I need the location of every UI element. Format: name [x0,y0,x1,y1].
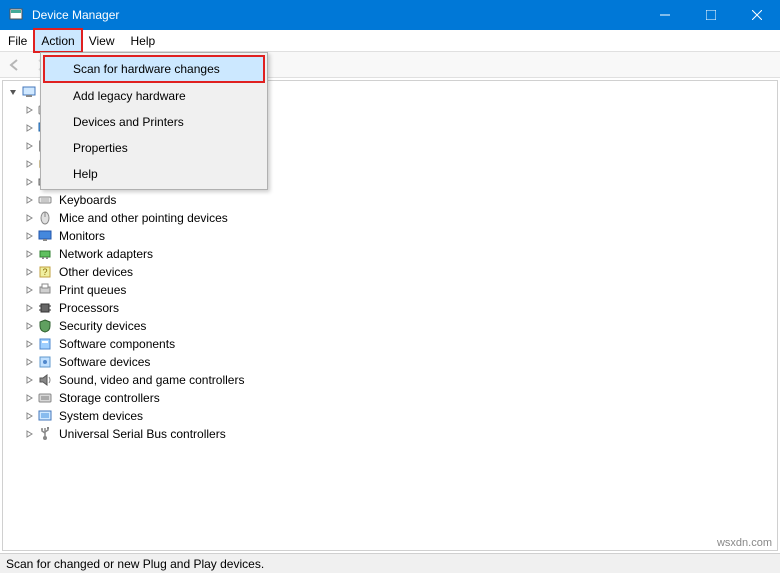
tree-node-label: Software components [57,337,177,351]
tree-node-label: Universal Serial Bus controllers [57,427,228,441]
expand-toggle-icon[interactable] [23,104,35,116]
tree-node-sound[interactable]: Sound, video and game controllers [3,371,777,389]
printer-icon [37,282,53,298]
maximize-button[interactable] [688,0,734,30]
expand-toggle-icon[interactable] [23,320,35,332]
menu-action[interactable]: Action [33,28,82,53]
tree-node-label: Print queues [57,283,128,297]
mouse-icon [37,210,53,226]
expand-toggle-icon[interactable] [23,158,35,170]
tree-node-label: Monitors [57,229,107,243]
tree-node-monitor[interactable]: Monitors [3,227,777,245]
tree-node-keyboard[interactable]: Keyboards [3,191,777,209]
expand-toggle-icon[interactable] [23,248,35,260]
tree-node-other[interactable]: ? Other devices [3,263,777,281]
titlebar: Device Manager [0,0,780,30]
expand-toggle-icon[interactable] [23,212,35,224]
security-icon [37,318,53,334]
tree-node-software[interactable]: Software components [3,335,777,353]
tree-node-label: Storage controllers [57,391,162,405]
tree-node-usb[interactable]: Universal Serial Bus controllers [3,425,777,443]
tree-node-label: System devices [57,409,145,423]
network-icon [37,246,53,262]
expand-toggle-icon[interactable] [23,374,35,386]
expand-toggle-icon[interactable] [23,338,35,350]
expand-toggle-icon[interactable] [23,122,35,134]
tree-node-software-dev[interactable]: Software devices [3,353,777,371]
tree-node-mouse[interactable]: Mice and other pointing devices [3,209,777,227]
tree-node-label: Other devices [57,265,135,279]
statusbar: Scan for changed or new Plug and Play de… [0,553,780,573]
cpu-icon [37,300,53,316]
tree-node-system[interactable]: System devices [3,407,777,425]
svg-text:?: ? [42,267,47,277]
expand-toggle-icon[interactable] [23,266,35,278]
menu-item-scan-hardware[interactable]: Scan for hardware changes [43,55,265,83]
software-icon [37,336,53,352]
tree-node-cpu[interactable]: Processors [3,299,777,317]
tree-node-label: Sound, video and game controllers [57,373,246,387]
expand-toggle-icon[interactable] [23,176,35,188]
expand-toggle-icon[interactable] [23,410,35,422]
tree-node-label: Software devices [57,355,152,369]
storage-icon [37,390,53,406]
menubar: File Action View Help Scan for hardware … [0,30,780,52]
window-title: Device Manager [32,8,642,22]
menu-item-add-legacy[interactable]: Add legacy hardware [43,83,265,109]
expand-toggle-icon[interactable] [23,302,35,314]
expand-toggle-icon[interactable] [23,194,35,206]
statusbar-text: Scan for changed or new Plug and Play de… [6,557,264,571]
usb-icon [37,426,53,442]
menu-item-help[interactable]: Help [43,161,265,187]
action-menu-dropdown: Scan for hardware changes Add legacy har… [40,52,268,190]
computer-icon [21,84,37,100]
tree-node-label: Network adapters [57,247,155,261]
tree-node-security[interactable]: Security devices [3,317,777,335]
menu-view[interactable]: View [81,30,123,51]
software-dev-icon [37,354,53,370]
tree-node-printer[interactable]: Print queues [3,281,777,299]
sound-icon [37,372,53,388]
toolbar-back-button[interactable] [4,54,26,76]
expand-toggle-icon[interactable] [23,230,35,242]
app-icon [8,7,24,23]
minimize-button[interactable] [642,0,688,30]
expand-toggle-icon[interactable] [23,428,35,440]
menu-item-properties[interactable]: Properties [43,135,265,161]
keyboard-icon [37,192,53,208]
expand-toggle-icon[interactable] [7,86,19,98]
menu-item-devices-printers[interactable]: Devices and Printers [43,109,265,135]
tree-node-label: Keyboards [57,193,118,207]
menu-file[interactable]: File [0,30,35,51]
expand-toggle-icon[interactable] [23,284,35,296]
tree-node-storage[interactable]: Storage controllers [3,389,777,407]
other-icon: ? [37,264,53,280]
expand-toggle-icon[interactable] [23,356,35,368]
tree-node-network[interactable]: Network adapters [3,245,777,263]
close-button[interactable] [734,0,780,30]
system-icon [37,408,53,424]
expand-toggle-icon[interactable] [23,392,35,404]
tree-node-label: Mice and other pointing devices [57,211,230,225]
tree-node-label: Processors [57,301,121,315]
menu-help[interactable]: Help [123,30,164,51]
monitor-icon [37,228,53,244]
tree-node-label: Security devices [57,319,148,333]
watermark: wsxdn.com [717,537,772,549]
expand-toggle-icon[interactable] [23,140,35,152]
